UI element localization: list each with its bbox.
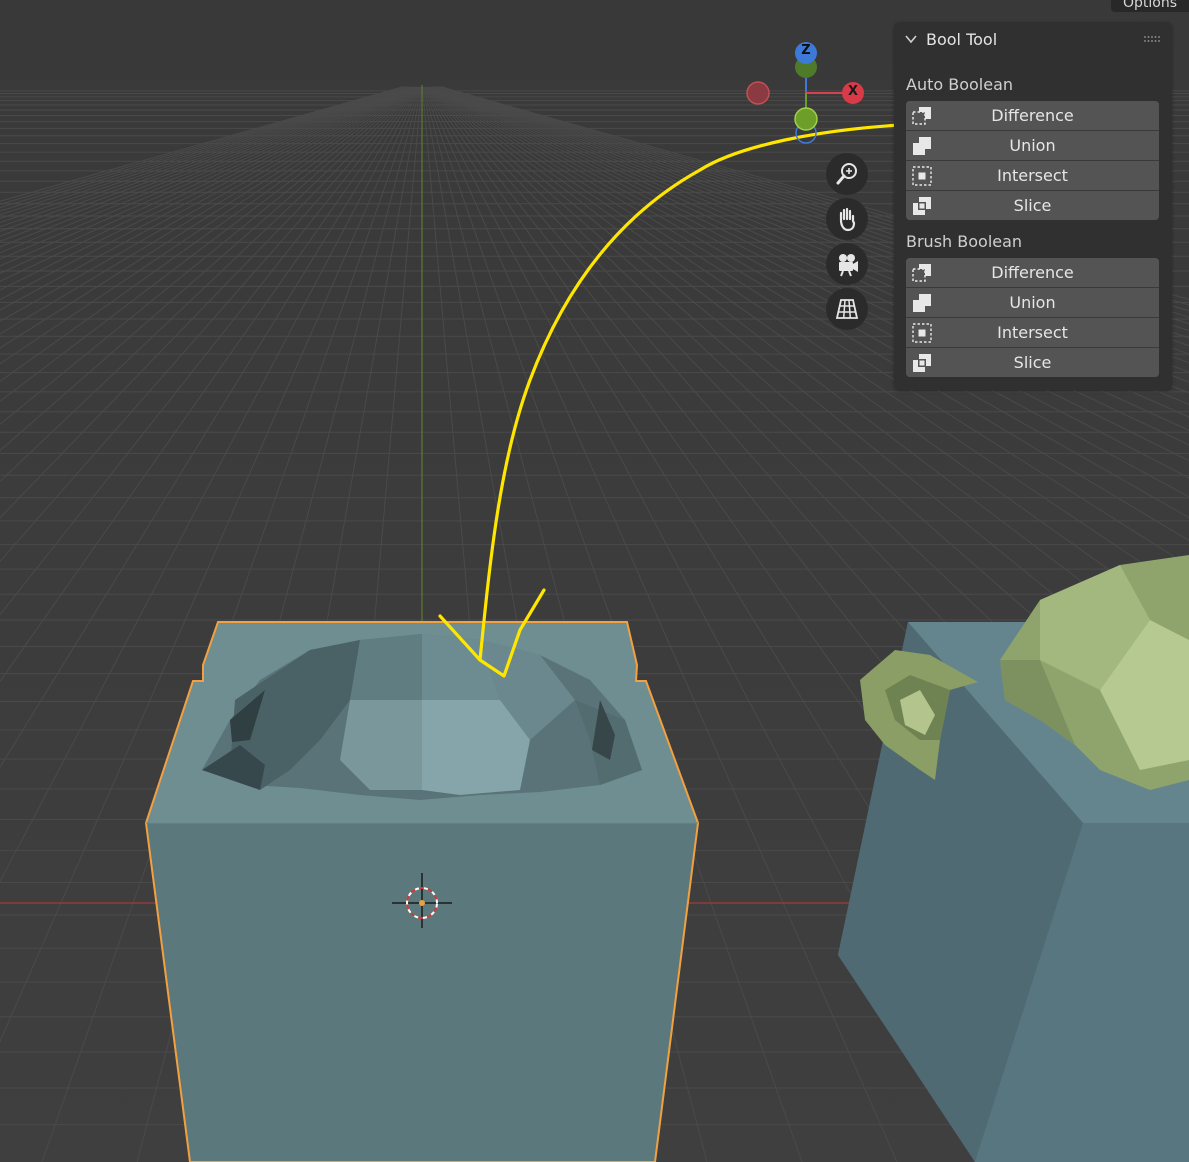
brush-difference-button[interactable]: Difference (906, 258, 1159, 287)
auto-union-button[interactable]: Union (906, 130, 1159, 160)
pan-hand-icon (839, 207, 856, 232)
brush-boolean-buttons: Difference Union Intersect Slice (906, 258, 1159, 377)
gizmo-x-label[interactable]: X (846, 84, 860, 99)
pan-button[interactable] (826, 198, 868, 240)
button-label: Difference (991, 106, 1074, 125)
button-label: Difference (991, 263, 1074, 282)
panel-header[interactable]: Bool Tool (894, 22, 1172, 58)
options-dropdown[interactable]: Options (1110, 0, 1189, 12)
perspective-toggle-button[interactable] (826, 288, 868, 330)
3d-viewport[interactable]: Z X Options Bool Tool Auto Boolean Diffe… (0, 0, 1189, 1162)
brush-intersect-button[interactable]: Intersect (906, 317, 1159, 347)
brush-union-button[interactable]: Union (906, 287, 1159, 317)
union-icon (913, 294, 931, 312)
zoom-icon (836, 163, 857, 185)
drag-grip-icon[interactable] (1144, 36, 1160, 44)
button-label: Intersect (997, 323, 1068, 342)
auto-intersect-button[interactable]: Intersect (906, 160, 1159, 190)
slice-icon (913, 197, 931, 215)
brush-boolean-label: Brush Boolean (906, 232, 1023, 251)
difference-icon (912, 264, 931, 282)
panel-title: Bool Tool (926, 30, 998, 49)
button-label: Union (1009, 293, 1056, 312)
difference-icon (912, 107, 931, 125)
union-icon (913, 137, 931, 155)
options-label: Options (1122, 0, 1177, 11)
button-label: Intersect (997, 166, 1068, 185)
zoom-button[interactable] (826, 153, 868, 195)
gizmo-z-label[interactable]: Z (799, 43, 813, 58)
perspective-grid-icon (835, 299, 859, 319)
gizmo-neg-x (746, 81, 770, 105)
bool-tool-panel: Bool Tool Auto Boolean Difference Union … (894, 22, 1172, 390)
chevron-down-icon[interactable] (904, 32, 918, 46)
button-label: Slice (1013, 353, 1052, 372)
camera-view-button[interactable] (826, 243, 868, 285)
button-label: Slice (1013, 196, 1052, 215)
auto-boolean-buttons: Difference Union Intersect Slice (906, 101, 1159, 220)
intersect-icon (912, 166, 932, 186)
button-label: Union (1009, 136, 1056, 155)
gizmo-y (794, 107, 818, 131)
intersect-icon (912, 323, 932, 343)
auto-boolean-label: Auto Boolean (906, 75, 1014, 94)
auto-difference-button[interactable]: Difference (906, 101, 1159, 130)
camera-icon (839, 254, 858, 277)
brush-slice-button[interactable]: Slice (906, 347, 1159, 377)
auto-slice-button[interactable]: Slice (906, 190, 1159, 220)
slice-icon (913, 354, 931, 372)
